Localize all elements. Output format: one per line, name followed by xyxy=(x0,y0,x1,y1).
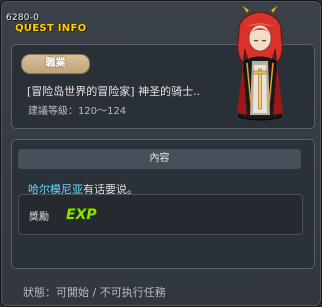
quest-info-title: QUEST INFO xyxy=(15,23,87,34)
quest-id-label: 6280-0 xyxy=(6,13,40,23)
quest-status-text: 狀態：可開始 / 不可执行任務 xyxy=(23,286,166,299)
reward-label: 獎勵 xyxy=(29,212,49,223)
quest-info-window: 6280-0 QUEST INFO 職業 [冒险岛世界的冒险家] 神圣的骑士..… xyxy=(0,0,322,307)
job-requirement-text: [冒险岛世界的冒险家] 神圣的骑士.. xyxy=(27,85,201,98)
npc-portrait-icon xyxy=(237,5,283,121)
exp-icon[interactable]: EXP xyxy=(65,203,103,223)
exp-icon-text: EXP xyxy=(66,207,97,223)
recommended-level-text: 建議等級：120～124 xyxy=(28,106,127,117)
reward-box xyxy=(18,194,303,235)
job-badge: 職業 xyxy=(21,54,90,74)
content-section-header: 內容 xyxy=(18,149,301,169)
